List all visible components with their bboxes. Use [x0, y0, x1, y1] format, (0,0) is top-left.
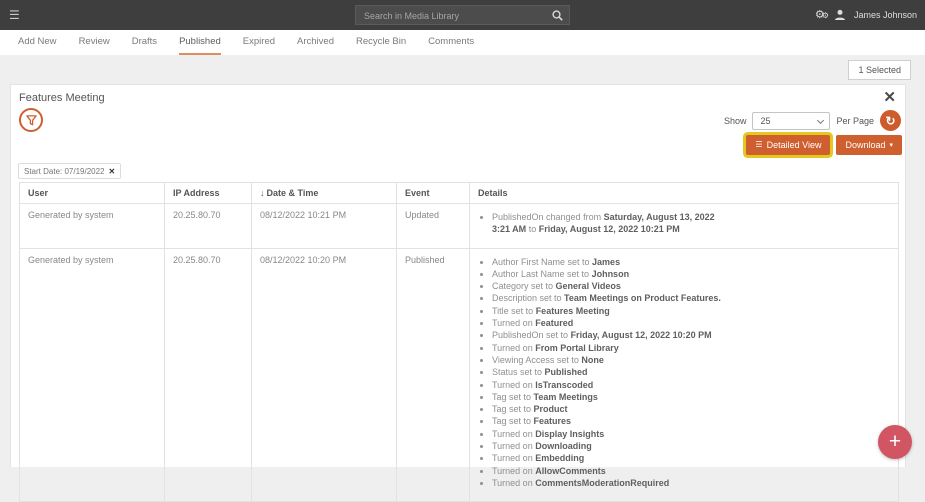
column-header-ip[interactable]: IP Address [165, 183, 252, 204]
list-icon: ☰ [755, 141, 762, 149]
per-page-controls: Show 25 Per Page ↻ [724, 110, 901, 131]
plus-icon: + [889, 431, 901, 452]
filter-button[interactable] [19, 108, 43, 132]
tab-add-new[interactable]: Add New [18, 30, 57, 55]
detail-item: Author First Name set to James [492, 256, 734, 268]
tab-review[interactable]: Review [79, 30, 110, 55]
funnel-icon [26, 115, 37, 126]
settings-gears-icon[interactable]: ⚙⚙ [815, 10, 826, 21]
search-box [355, 5, 570, 25]
detail-item: Turned on CommentsModerationRequired [492, 477, 734, 489]
detail-item: Tag set to Product [492, 403, 734, 415]
column-header-event[interactable]: Event [397, 183, 470, 204]
detail-item: Turned on From Portal Library [492, 342, 734, 354]
detail-item: Turned on AllowComments [492, 465, 734, 477]
cell-user: Generated by system [20, 204, 165, 249]
column-header-user[interactable]: User [20, 183, 165, 204]
search-input[interactable] [356, 7, 569, 25]
audit-log-table: User IP Address ↓Date & Time Event Detai… [19, 182, 899, 502]
table-row: Generated by system20.25.80.7008/12/2022… [20, 248, 899, 502]
detail-item: Tag set to Team Meetings [492, 391, 734, 403]
tab-comments[interactable]: Comments [428, 30, 474, 55]
tab-drafts[interactable]: Drafts [132, 30, 157, 55]
tab-bar: Add New Review Drafts Published Expired … [0, 30, 925, 55]
detail-item: Description set to Team Meetings on Prod… [492, 292, 734, 304]
detail-item: Viewing Access set to None [492, 354, 734, 366]
detail-item: Author Last Name set to Johnson [492, 268, 734, 280]
show-label: Show [724, 116, 747, 126]
refresh-icon: ↻ [885, 115, 895, 127]
add-button[interactable]: + [878, 425, 912, 459]
table-row: Generated by system20.25.80.7008/12/2022… [20, 204, 899, 249]
detail-item: Category set to General Videos [492, 280, 734, 292]
tab-published[interactable]: Published [179, 30, 221, 55]
sort-descending-icon: ↓ [260, 188, 265, 198]
column-header-datetime[interactable]: ↓Date & Time [252, 183, 397, 204]
chip-close-icon[interactable]: ✕ [109, 167, 116, 176]
download-button[interactable]: Download ▾ [836, 135, 902, 155]
cell-event: Published [397, 248, 470, 502]
detail-item: PublishedOn changed from Saturday, Augus… [492, 211, 734, 236]
caret-down-icon: ▾ [889, 141, 893, 149]
column-header-details[interactable]: Details [470, 183, 899, 204]
cell-ip: 20.25.80.70 [165, 248, 252, 502]
selection-count-badge: 1 Selected [848, 60, 911, 80]
detail-item: Title set to Features Meeting [492, 305, 734, 317]
per-page-select[interactable]: 25 [752, 112, 830, 130]
menu-icon[interactable]: ☰ [9, 8, 20, 22]
per-page-value: 25 [760, 116, 770, 126]
start-date-filter-chip: Start Date: 07/19/2022 ✕ [18, 163, 121, 179]
detail-item: Tag set to Features [492, 415, 734, 427]
cell-user: Generated by system [20, 248, 165, 502]
cell-datetime: 08/12/2022 10:20 PM [252, 248, 397, 502]
action-buttons: ☰ Detailed View Download ▾ [746, 135, 902, 155]
cell-ip: 20.25.80.70 [165, 204, 252, 249]
search-icon[interactable] [552, 10, 563, 21]
table-header-row: User IP Address ↓Date & Time Event Detai… [20, 183, 899, 204]
details-list: PublishedOn changed from Saturday, Augus… [478, 211, 734, 236]
detail-item: Turned on Featured [492, 317, 734, 329]
audit-log-panel: Features Meeting ✕ Show 25 Per Page ↻ ☰ … [10, 84, 906, 467]
details-list: Author First Name set to JamesAuthor Las… [478, 256, 734, 490]
detailed-view-button[interactable]: ☰ Detailed View [746, 135, 830, 155]
tab-recycle-bin[interactable]: Recycle Bin [356, 30, 406, 55]
user-name[interactable]: James Johnson [854, 10, 917, 20]
detail-item: Status set to Published [492, 366, 734, 378]
detail-item: Turned on Downloading [492, 440, 734, 452]
table-body: Generated by system20.25.80.7008/12/2022… [20, 204, 899, 502]
detail-item: PublishedOn set to Friday, August 12, 20… [492, 329, 734, 341]
per-page-label: Per Page [836, 116, 874, 126]
cell-datetime: 08/12/2022 10:21 PM [252, 204, 397, 249]
tab-archived[interactable]: Archived [297, 30, 334, 55]
user-icon[interactable] [834, 9, 846, 21]
top-bar: ☰ ⚙⚙ James Johnson [0, 0, 925, 30]
detail-item: Turned on Display Insights [492, 428, 734, 440]
cell-details: Author First Name set to JamesAuthor Las… [470, 248, 899, 502]
detail-item: Turned on Embedding [492, 452, 734, 464]
chevron-down-icon [817, 116, 824, 123]
close-icon[interactable]: ✕ [883, 88, 896, 106]
page-title: Features Meeting [19, 92, 105, 104]
cell-event: Updated [397, 204, 470, 249]
tab-expired[interactable]: Expired [243, 30, 275, 55]
cell-details: PublishedOn changed from Saturday, Augus… [470, 204, 899, 249]
detail-item: Turned on IsTranscoded [492, 379, 734, 391]
refresh-button[interactable]: ↻ [880, 110, 901, 131]
